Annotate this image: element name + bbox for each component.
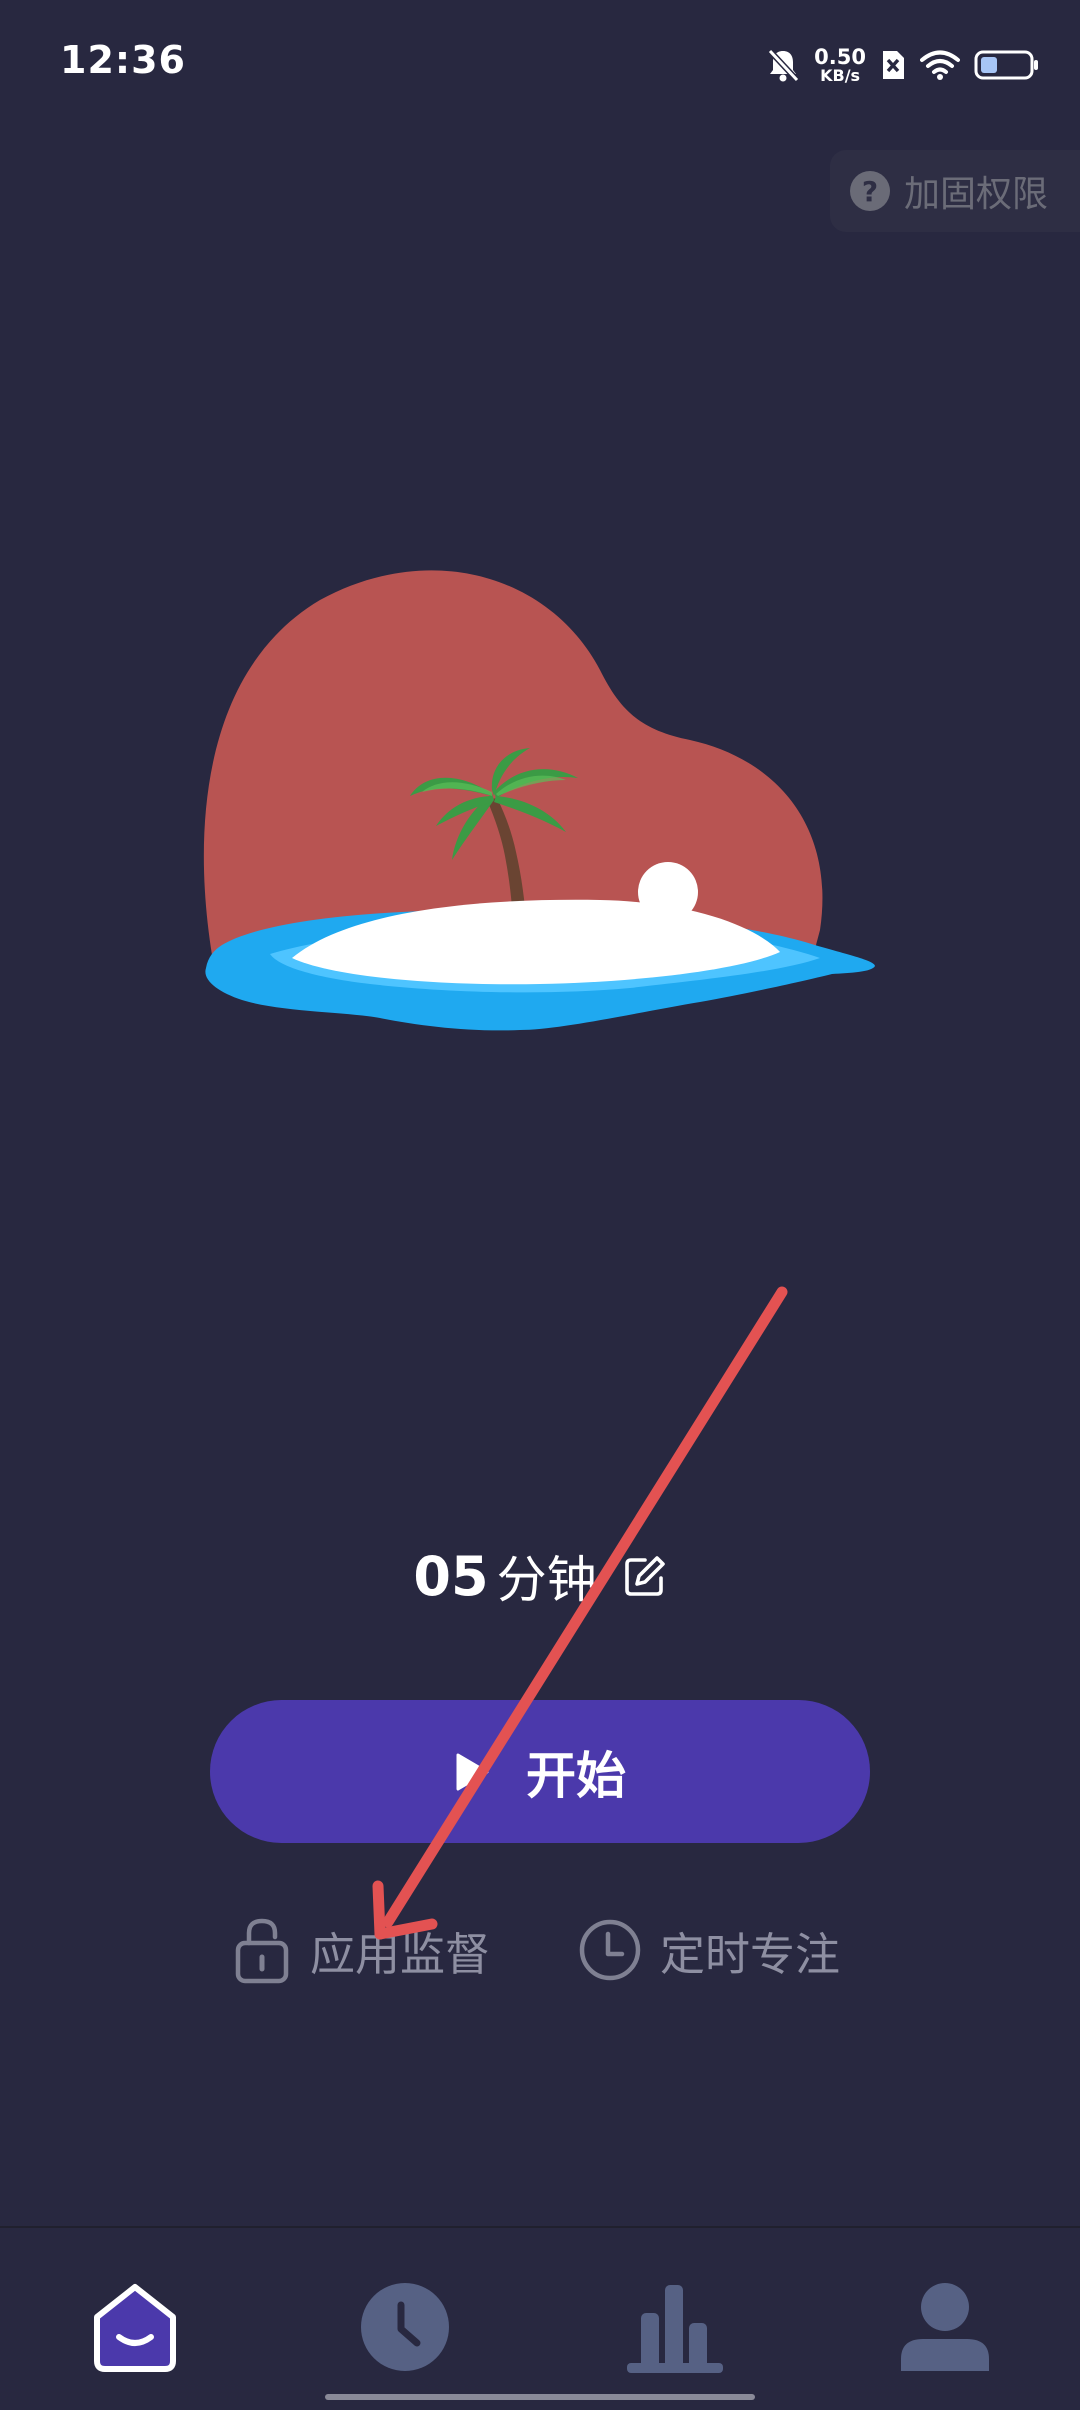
duration-minutes: 05 xyxy=(413,1544,489,1608)
net-speed-value: 0.50 xyxy=(814,44,866,69)
bar-chart-icon xyxy=(627,2285,723,2373)
app-supervision-button[interactable]: 应用监督 xyxy=(232,1910,490,1990)
focus-duration[interactable]: 05 分钟 xyxy=(0,1540,1080,1612)
nav-profile[interactable] xyxy=(890,2272,1000,2382)
status-time: 12:36 xyxy=(60,38,186,82)
status-icons: 0.50 KB/s xyxy=(766,40,1040,90)
history-clock-icon xyxy=(361,2283,449,2371)
scheduled-focus-button[interactable]: 定时专注 xyxy=(578,1910,840,1990)
status-bar: 12:36 0.50 KB/s xyxy=(0,0,1080,130)
home-indicator xyxy=(325,2394,755,2400)
home-icon xyxy=(94,2284,176,2372)
user-icon xyxy=(901,2283,989,2371)
annotation-arrow xyxy=(372,1286,788,1940)
reinforce-permission-label: 加固权限 xyxy=(904,174,1049,215)
start-button-label: 开始 xyxy=(526,1746,626,1805)
help-icon: ? xyxy=(850,171,890,211)
lock-icon xyxy=(235,1918,289,1984)
net-speed: 0.50 KB/s xyxy=(814,44,866,85)
nav-home[interactable] xyxy=(80,2272,190,2382)
play-icon xyxy=(456,1753,489,1790)
island-illustration xyxy=(203,570,875,1031)
battery-icon xyxy=(974,50,1038,80)
net-speed-unit: KB/s xyxy=(820,65,861,85)
no-sim-icon xyxy=(883,51,904,79)
clock-icon xyxy=(579,1919,641,1981)
edit-icon[interactable] xyxy=(623,1554,667,1598)
moon-ball xyxy=(638,862,698,922)
muted-bell-icon xyxy=(767,48,800,83)
nav-history[interactable] xyxy=(350,2272,460,2382)
reinforce-permission-button[interactable]: ? 加固权限 xyxy=(830,150,1080,232)
wifi-icon xyxy=(920,50,960,80)
bottom-nav xyxy=(0,2226,1080,2410)
scheduled-focus-label: 定时专注 xyxy=(660,1927,841,1981)
app-supervision-label: 应用监督 xyxy=(310,1927,491,1981)
duration-unit: 分钟 xyxy=(496,1551,597,1609)
start-button[interactable]: 开始 xyxy=(210,1700,870,1843)
nav-stats[interactable] xyxy=(620,2272,730,2382)
